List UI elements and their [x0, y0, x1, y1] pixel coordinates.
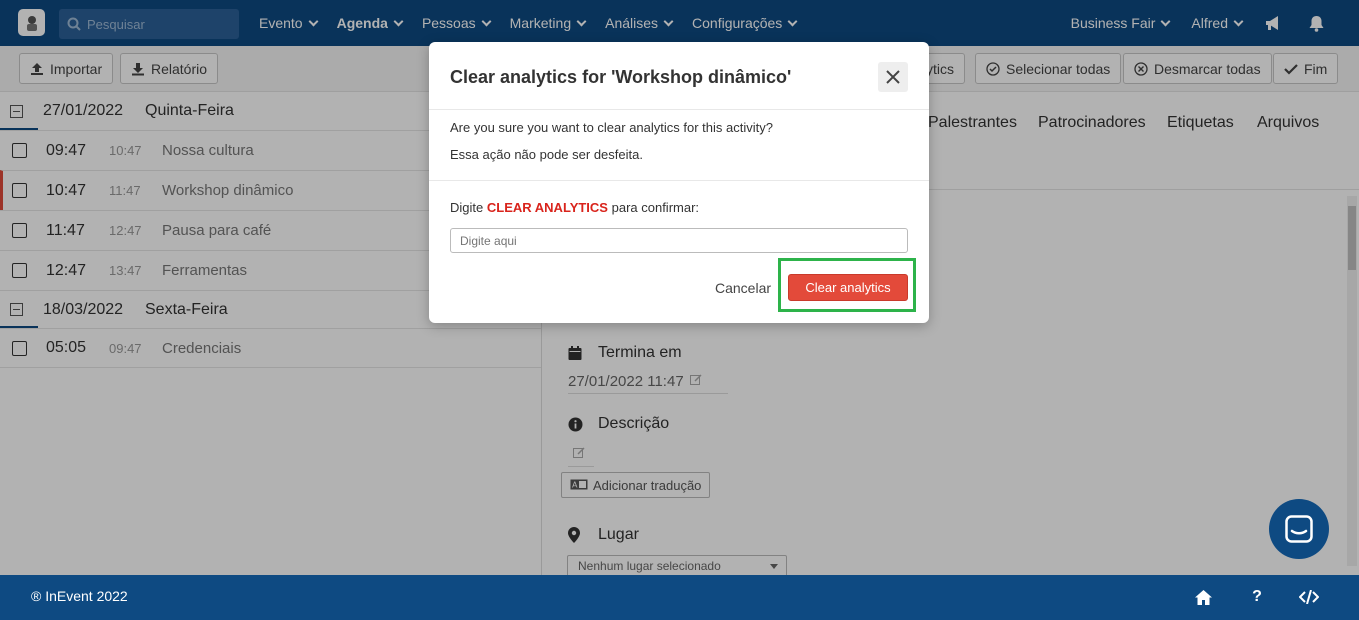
dialog-divider	[429, 109, 929, 110]
code-icon[interactable]	[1299, 587, 1319, 607]
clear-analytics-button[interactable]: Clear analytics	[788, 274, 908, 301]
dialog-title: Clear analytics for 'Workshop dinâmico'	[450, 67, 792, 87]
footer: ® InEvent 2022 ?	[0, 575, 1359, 620]
help-icon[interactable]: ?	[1247, 587, 1267, 607]
cancel-button[interactable]: Cancelar	[715, 280, 771, 296]
close-button[interactable]	[878, 62, 908, 92]
confirm-input[interactable]	[450, 228, 908, 253]
close-icon	[886, 70, 900, 84]
chat-launcher-button[interactable]	[1269, 499, 1329, 559]
confirm-instruction: Digite CLEAR ANALYTICS para confirmar:	[450, 200, 700, 215]
dialog-divider	[429, 180, 929, 181]
home-icon[interactable]	[1193, 587, 1213, 607]
copyright: ® InEvent 2022	[31, 588, 128, 604]
clear-analytics-dialog: Clear analytics for 'Workshop dinâmico' …	[429, 42, 929, 323]
dialog-warning: Essa ação não pode ser desfeita.	[450, 147, 643, 162]
confirm-keyword: CLEAR ANALYTICS	[486, 200, 608, 215]
dialog-message: Are you sure you want to clear analytics…	[450, 120, 773, 135]
chat-icon	[1285, 515, 1313, 543]
